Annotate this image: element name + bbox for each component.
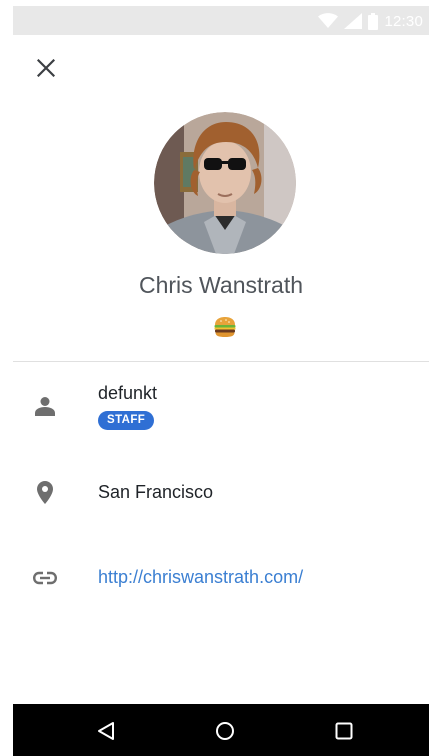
location-text: San Francisco <box>98 482 214 502</box>
profile-name: Chris Wanstrath <box>138 272 304 298</box>
battery-icon <box>368 12 379 30</box>
link-icon <box>33 566 57 590</box>
hamburger-emoji <box>213 316 237 338</box>
navigation-bar <box>13 704 429 756</box>
staff-badge: STAFF <box>98 411 155 430</box>
status-time: 12:30 <box>384 12 423 30</box>
status-bar: 12:30 <box>13 6 429 35</box>
username: defunkt <box>98 383 158 403</box>
website-link[interactable]: http://chriswanstrath.com/ <box>98 567 303 588</box>
divider <box>13 361 429 362</box>
home-button[interactable] <box>212 718 238 744</box>
person-icon <box>33 394 57 418</box>
close-icon <box>37 59 55 77</box>
signal-icon <box>344 13 363 29</box>
location-pin-icon <box>33 480 57 504</box>
recents-button[interactable] <box>331 718 357 744</box>
avatar <box>154 112 296 254</box>
recents-icon <box>335 722 353 740</box>
close-button[interactable] <box>34 56 58 80</box>
wifi-icon <box>318 13 339 28</box>
back-icon <box>98 722 114 740</box>
home-icon <box>216 722 234 740</box>
profile-screen: 12:30 Chris Wanstrath defunkt STAFF San … <box>13 6 429 756</box>
status-icons: 12:30 <box>318 12 423 30</box>
back-button[interactable] <box>93 718 119 744</box>
